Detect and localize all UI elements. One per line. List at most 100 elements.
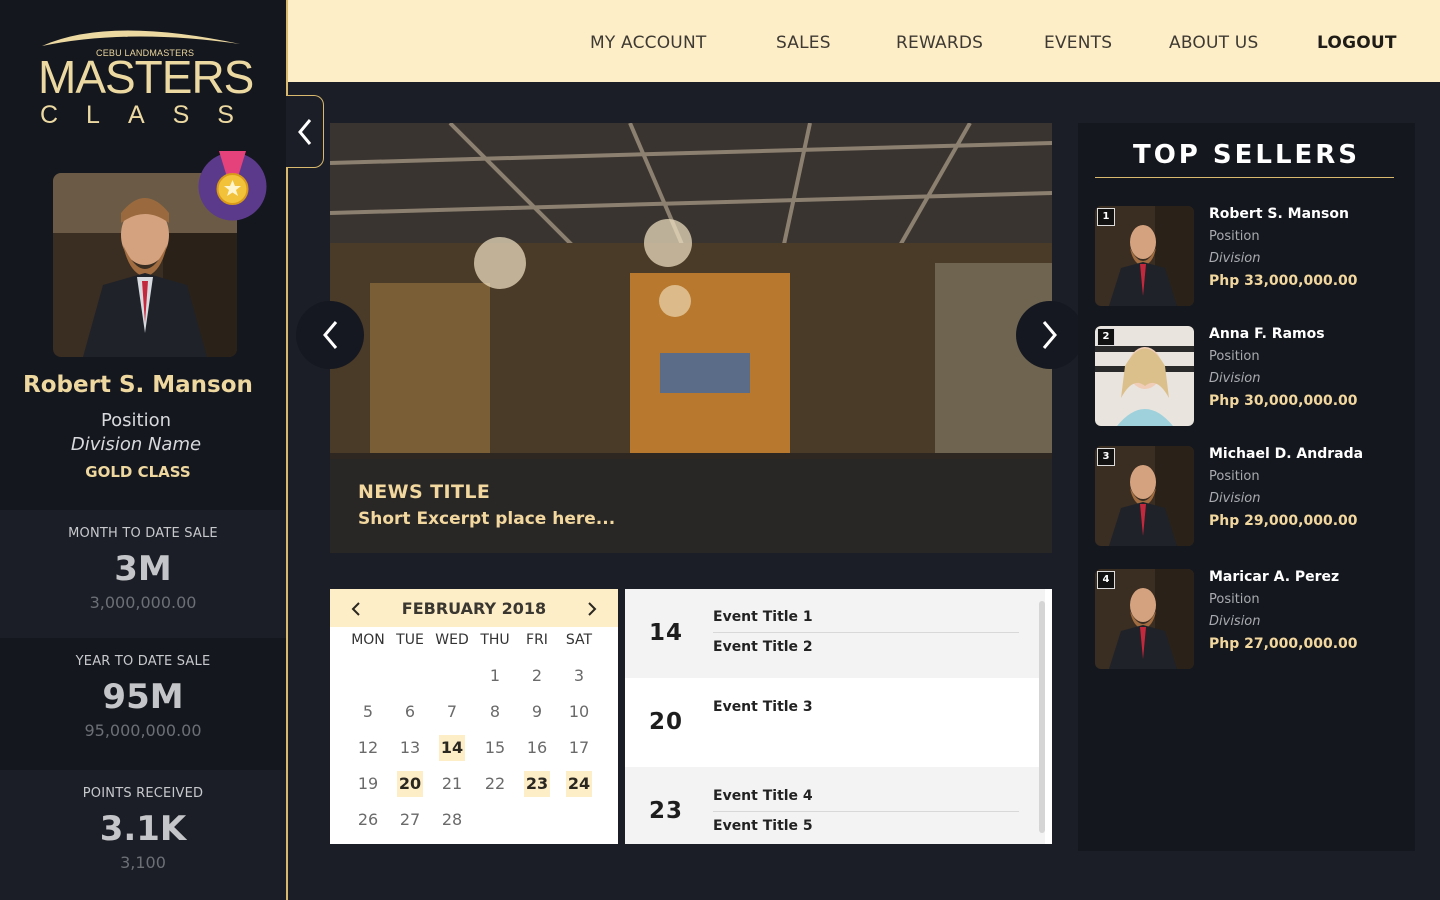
event-group: 14 Event Title 1 Event Title 2	[625, 589, 1045, 678]
calendar-weekday: FRI	[526, 632, 548, 648]
calendar-day[interactable]: 3	[566, 663, 592, 689]
seller-item[interactable]: 4 Maricar A. Perez Position Division Php…	[1095, 569, 1405, 669]
seller-position: Position	[1209, 229, 1260, 244]
seller-rank: 4	[1097, 571, 1115, 589]
stat-title: MONTH TO DATE SALE	[68, 526, 218, 541]
stat-points-received: POINTS RECEIVED 3.1K 3,100	[0, 770, 286, 900]
calendar-weekday: THU	[480, 632, 510, 648]
logo-class-text: CLASS	[40, 101, 262, 129]
logout-button[interactable]: LOGOUT	[1317, 33, 1397, 53]
seller-item[interactable]: 1 Robert S. Manson Position Division Php…	[1095, 206, 1405, 306]
seller-sales: Php 27,000,000.00	[1209, 636, 1358, 652]
seller-name: Maricar A. Perez	[1209, 569, 1340, 585]
calendar-day[interactable]: 24	[566, 771, 592, 797]
logo-title: MASTERS	[38, 51, 254, 103]
seller-division: Division	[1209, 371, 1261, 386]
calendar-day[interactable]: 28	[439, 807, 465, 833]
seller-position: Position	[1209, 349, 1260, 364]
calendar-day[interactable]: 17	[566, 735, 592, 761]
news-title[interactable]: NEWS TITLE	[358, 481, 490, 503]
calendar-day[interactable]: 14	[439, 735, 465, 761]
calendar-day[interactable]: 22	[482, 771, 508, 797]
top-sellers-title: TOP SELLERS	[1132, 140, 1361, 170]
seller-name: Anna F. Ramos	[1209, 326, 1325, 342]
event-title[interactable]: Event Title 1	[713, 609, 813, 625]
calendar-day[interactable]: 1	[482, 663, 508, 689]
calendar-month-label: FEBRUARY 2018	[401, 599, 547, 618]
sidebar-collapse-button[interactable]	[286, 95, 324, 168]
calendar-day[interactable]: 8	[482, 699, 508, 725]
calendar-weekday: WED	[435, 632, 469, 648]
event-title[interactable]: Event Title 5	[713, 818, 813, 834]
seller-rank: 3	[1097, 448, 1115, 466]
calendar-header: FEBRUARY 2018	[330, 589, 618, 627]
calendar-day[interactable]: 23	[524, 771, 550, 797]
event-date: 23	[649, 798, 684, 824]
profile-division: Division Name	[70, 434, 202, 455]
news-excerpt: Short Excerpt place here...	[358, 509, 616, 529]
calendar-day[interactable]: 15	[482, 735, 508, 761]
calendar-day[interactable]: 6	[397, 699, 423, 725]
carousel-next-button[interactable]	[1016, 301, 1084, 369]
calendar-day[interactable]: 19	[355, 771, 381, 797]
stat-value: 3.1K	[99, 809, 187, 849]
calendar-weekday: SAT	[565, 632, 593, 648]
news-caption: NEWS TITLE Short Excerpt place here...	[330, 459, 1052, 553]
events-list: 14 Event Title 1 Event Title 2 20 Event …	[625, 589, 1052, 844]
nav-sales[interactable]: SALES	[776, 33, 831, 53]
event-group: 23 Event Title 4 Event Title 5	[625, 767, 1045, 844]
seller-position: Position	[1209, 592, 1260, 607]
calendar-day[interactable]: 21	[439, 771, 465, 797]
chevron-left-icon	[297, 118, 311, 145]
stat-value: 3M	[114, 549, 172, 589]
calendar-day[interactable]: 12	[355, 735, 381, 761]
calendar-day[interactable]: 10	[566, 699, 592, 725]
calendar-day[interactable]: 5	[355, 699, 381, 725]
calendar-day[interactable]: 27	[397, 807, 423, 833]
nav-about-us[interactable]: ABOUT US	[1169, 33, 1258, 53]
brand-logo[interactable]: CEBU LANDMASTERS MASTERS CLASS	[38, 14, 254, 129]
calendar-weekday: MON	[351, 632, 385, 648]
seller-name: Michael D. Andrada	[1209, 446, 1364, 462]
seller-item[interactable]: 3 Michael D. Andrada Position Division P…	[1095, 446, 1405, 546]
seller-position: Position	[1209, 469, 1260, 484]
news-carousel[interactable]: NEWS TITLE Short Excerpt place here...	[330, 123, 1052, 553]
calendar-day[interactable]: 26	[355, 807, 381, 833]
chevron-right-icon	[588, 602, 597, 616]
carousel-prev-button[interactable]	[296, 301, 364, 369]
event-group: 20 Event Title 3	[625, 678, 1045, 767]
profile-class-badge: GOLD CLASS	[85, 463, 191, 481]
stat-value: 95M	[102, 677, 184, 717]
seller-sales: Php 33,000,000.00	[1209, 273, 1358, 289]
calendar-day[interactable]: 7	[439, 699, 465, 725]
top-sellers-divider	[1095, 177, 1394, 178]
calendar-day[interactable]: 9	[524, 699, 550, 725]
seller-item[interactable]: 2 Anna F. Ramos Position Division Php 30…	[1095, 326, 1405, 426]
gold-medal-icon	[197, 151, 268, 222]
seller-sales: Php 30,000,000.00	[1209, 393, 1358, 409]
event-date: 20	[649, 709, 684, 735]
nav-events[interactable]: EVENTS	[1044, 33, 1112, 53]
seller-division: Division	[1209, 251, 1261, 266]
calendar-day[interactable]: 20	[397, 771, 423, 797]
event-divider	[713, 811, 1019, 812]
calendar-day[interactable]: 16	[524, 735, 550, 761]
chevron-left-icon	[323, 321, 338, 349]
event-title[interactable]: Event Title 4	[713, 788, 813, 804]
nav-my-account[interactable]: MY ACCOUNT	[590, 33, 706, 53]
stat-year-to-date: YEAR TO DATE SALE 95M 95,000,000.00	[0, 638, 286, 770]
nav-rewards[interactable]: REWARDS	[896, 33, 983, 53]
calendar-day[interactable]: 2	[524, 663, 550, 689]
calendar-day[interactable]: 13	[397, 735, 423, 761]
stat-exact-value: 3,100	[120, 853, 166, 872]
event-title[interactable]: Event Title 3	[713, 699, 813, 715]
top-nav-bar: MY ACCOUNT SALES REWARDS EVENTS ABOUT US…	[288, 0, 1440, 82]
seller-division: Division	[1209, 491, 1261, 506]
calendar-next-month-button[interactable]	[584, 601, 600, 617]
event-title[interactable]: Event Title 2	[713, 639, 813, 655]
seller-name: Robert S. Manson	[1209, 206, 1349, 222]
stat-exact-value: 3,000,000.00	[89, 593, 197, 612]
calendar-weekday: TUE	[396, 632, 424, 648]
event-divider	[713, 632, 1019, 633]
events-scrollbar[interactable]	[1039, 601, 1045, 833]
